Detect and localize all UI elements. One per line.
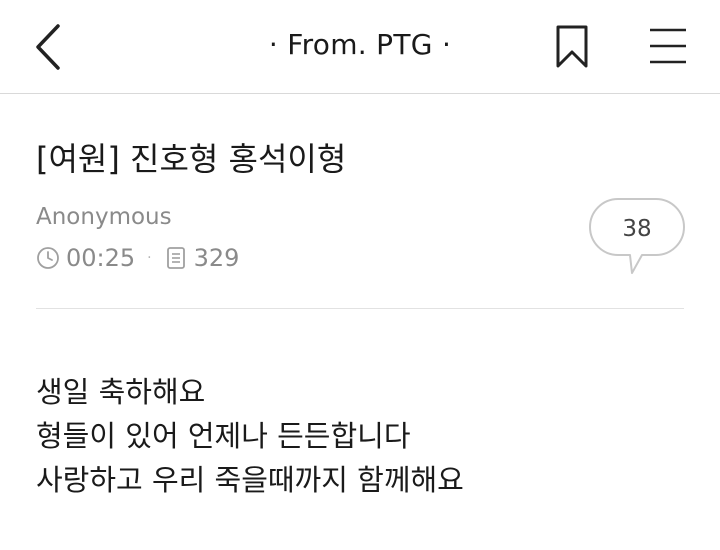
divider [36,308,684,309]
top-bar: · From. PTG · [0,0,720,94]
post-time: 00:25 [66,244,136,272]
view-count: 329 [193,244,240,272]
comment-count: 38 [622,216,652,242]
page-title: · From. PTG · [268,28,452,61]
bookmark-icon [556,25,588,68]
meta-separator: · [147,250,152,266]
post-meta: 00:25 · 329 [36,242,239,274]
post-title: [여원] 진호형 홍석이형 [36,140,347,178]
document-icon [166,247,185,269]
bookmark-button[interactable] [554,24,590,70]
post-body-line: 생일 축하해요 [36,375,206,409]
post-body-line: 사랑하고 우리 죽을때까지 함께해요 [36,463,464,497]
post-body-line: 형들이 있어 언제나 든든합니다 [36,419,411,453]
hamburger-menu-icon [650,28,686,64]
menu-button[interactable] [646,26,690,66]
post-body: 생일 축하해요 형들이 있어 언제나 든든합니다 사랑하고 우리 죽을때까지 함… [36,370,464,502]
clock-icon [37,247,59,269]
author-name: Anonymous [36,204,172,230]
